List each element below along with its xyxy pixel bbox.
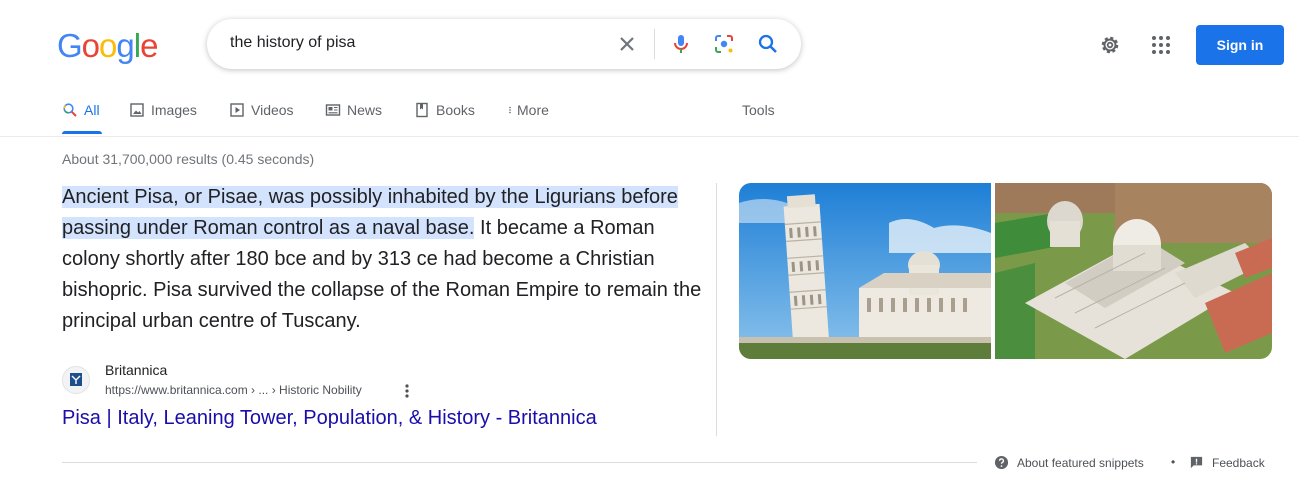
snippet-divider — [716, 183, 717, 436]
featured-snippet-text: Ancient Pisa, or Pisae, was possibly inh… — [62, 182, 707, 337]
feedback-icon — [1190, 456, 1203, 469]
source-url[interactable]: https://www.britannica.com › ... › Histo… — [105, 383, 362, 397]
search-divider — [654, 29, 655, 59]
feedback-link[interactable]: Feedback — [1189, 455, 1265, 470]
logo-letter: G — [57, 27, 83, 64]
tab-more[interactable]: More — [506, 102, 549, 118]
logo-letter: o — [81, 27, 100, 64]
source-name[interactable]: Britannica — [105, 362, 167, 378]
book-icon — [416, 102, 428, 118]
lens-icon[interactable] — [712, 32, 736, 56]
tab-label: News — [347, 102, 383, 118]
tab-all[interactable]: All — [62, 102, 100, 118]
tab-label: Images — [151, 102, 197, 118]
tab-label: More — [517, 102, 549, 118]
more-vert-icon — [509, 106, 511, 114]
more-options-icon[interactable] — [400, 381, 414, 401]
tab-label: Books — [436, 102, 475, 118]
clear-icon[interactable] — [615, 32, 639, 56]
search-input[interactable]: the history of pisa — [230, 34, 355, 52]
britannica-favicon — [62, 366, 90, 394]
section-divider — [62, 462, 977, 463]
tab-news[interactable]: News — [325, 102, 382, 118]
result-title-link[interactable]: Pisa | Italy, Leaning Tower, Population,… — [62, 407, 597, 430]
search-tabs: All Images Videos News Books More Tools — [0, 96, 1299, 137]
tab-videos[interactable]: Videos — [229, 102, 294, 118]
search-icon — [63, 103, 77, 117]
logo-letter: e — [140, 27, 158, 64]
sign-in-button[interactable]: Sign in — [1196, 25, 1284, 65]
feedback-label: Feedback — [1212, 455, 1265, 470]
image-icon — [130, 103, 144, 117]
active-tab-indicator — [62, 131, 102, 134]
about-featured-snippets-label: About featured snippets — [1017, 455, 1144, 470]
microphone-icon[interactable] — [669, 32, 693, 56]
tab-images[interactable]: Images — [129, 102, 197, 118]
help-circle-icon — [994, 455, 1009, 470]
tools-button[interactable]: Tools — [742, 102, 775, 118]
tab-books[interactable]: Books — [414, 102, 475, 118]
news-icon — [325, 104, 341, 116]
result-stats: About 31,700,000 results (0.45 seconds) — [62, 151, 315, 167]
video-icon — [230, 103, 244, 117]
logo-letter: g — [116, 27, 134, 64]
settings-gear-icon[interactable] — [1098, 33, 1122, 57]
apps-grid-icon[interactable] — [1149, 33, 1173, 57]
tab-label: Videos — [251, 102, 294, 118]
about-featured-snippets-link[interactable]: About featured snippets — [994, 455, 1144, 470]
google-logo[interactable]: Google — [57, 27, 158, 65]
leaning-tower-image[interactable] — [739, 183, 991, 359]
search-icon[interactable] — [756, 32, 780, 56]
search-box[interactable]: the history of pisa — [207, 19, 801, 69]
footer-separator: • — [1171, 455, 1176, 469]
tab-label: All — [84, 102, 100, 118]
logo-letter: o — [99, 27, 117, 64]
piazza-aerial-image[interactable] — [995, 183, 1272, 359]
